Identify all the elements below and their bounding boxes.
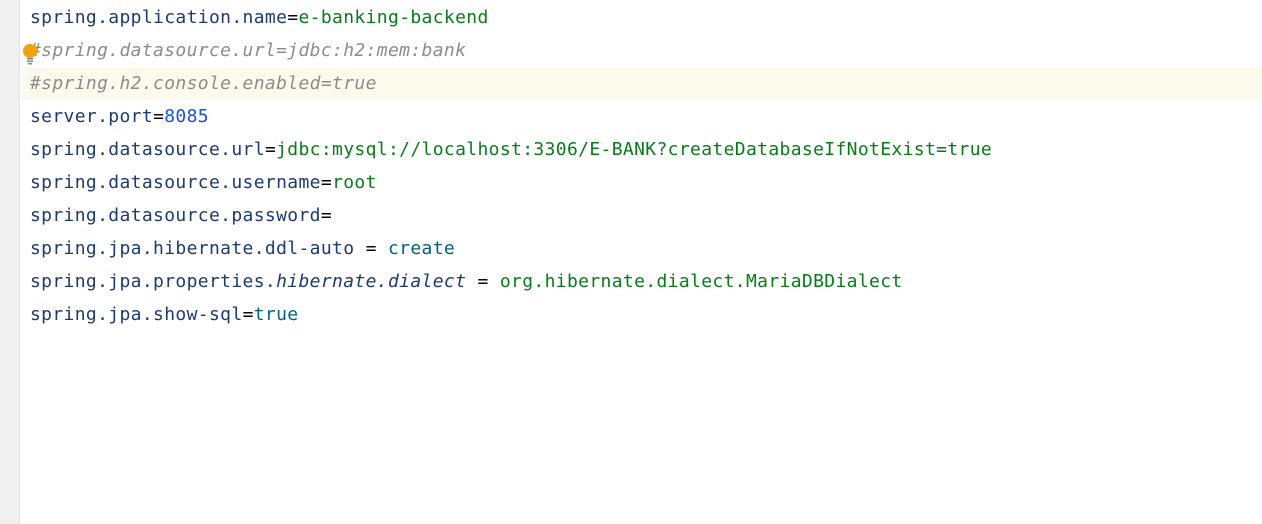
- property-value: true: [253, 304, 299, 325]
- code-line-4[interactable]: server.port=8085: [21, 100, 1262, 133]
- code-line-7[interactable]: spring.datasource.password=: [21, 199, 1262, 232]
- property-value: root: [332, 172, 377, 193]
- property-separator: =: [320, 205, 333, 226]
- property-separator: =: [320, 172, 333, 193]
- property-separator: =: [287, 7, 299, 28]
- property-value: create: [387, 238, 456, 259]
- property-value: org.hibernate.dialect.MariaDBDialect: [499, 271, 903, 292]
- property-key: server.port: [30, 106, 154, 127]
- property-key: spring.datasource.url: [30, 139, 265, 160]
- property-key-italic: hibernate.dialect: [276, 271, 467, 292]
- code-line-10[interactable]: spring.jpa.show-sql=true: [21, 298, 1262, 331]
- code-area[interactable]: spring.application.name=e-banking-backen…: [21, 1, 1262, 331]
- property-value: e-banking-backend: [298, 7, 489, 28]
- property-value: 8085: [164, 106, 209, 127]
- property-key: spring.jpa.show-sql: [30, 304, 243, 325]
- code-line-2[interactable]: #spring.datasource.url=jdbc:h2:mem:bank: [21, 34, 1262, 67]
- code-editor[interactable]: spring.application.name=e-banking-backen…: [0, 0, 1262, 524]
- property-separator: =: [264, 139, 277, 160]
- property-key: spring.datasource.username: [30, 172, 321, 193]
- code-line-8[interactable]: spring.jpa.hibernate.ddl-auto = create: [21, 232, 1262, 265]
- property-key-prefix: spring.jpa.properties.: [30, 271, 277, 292]
- code-line-5[interactable]: spring.datasource.url=jdbc:mysql://local…: [21, 133, 1262, 166]
- comment-text: #spring.datasource.url=jdbc:h2:mem:bank: [30, 40, 467, 61]
- property-key: spring.jpa.hibernate.ddl-auto: [30, 238, 355, 259]
- comment-text: #spring.h2.console.enabled=true: [30, 73, 377, 94]
- property-value: jdbc:mysql://localhost:3306/E-BANK?creat…: [276, 139, 993, 160]
- code-line-9[interactable]: spring.jpa.properties.hibernate.dialect …: [21, 265, 1262, 298]
- property-separator: =: [242, 304, 254, 325]
- code-line-3-current[interactable]: #spring.h2.console.enabled=true: [21, 67, 1262, 100]
- property-separator: =: [466, 271, 500, 292]
- property-key: spring.application.name: [30, 7, 288, 28]
- property-separator: =: [153, 106, 165, 127]
- lightbulb-icon[interactable]: [21, 43, 39, 65]
- editor-gutter[interactable]: [0, 0, 20, 524]
- code-line-1[interactable]: spring.application.name=e-banking-backen…: [21, 1, 1262, 34]
- property-key: spring.datasource.password: [30, 205, 321, 226]
- code-line-6[interactable]: spring.datasource.username=root: [21, 166, 1262, 199]
- property-separator: =: [354, 238, 388, 259]
